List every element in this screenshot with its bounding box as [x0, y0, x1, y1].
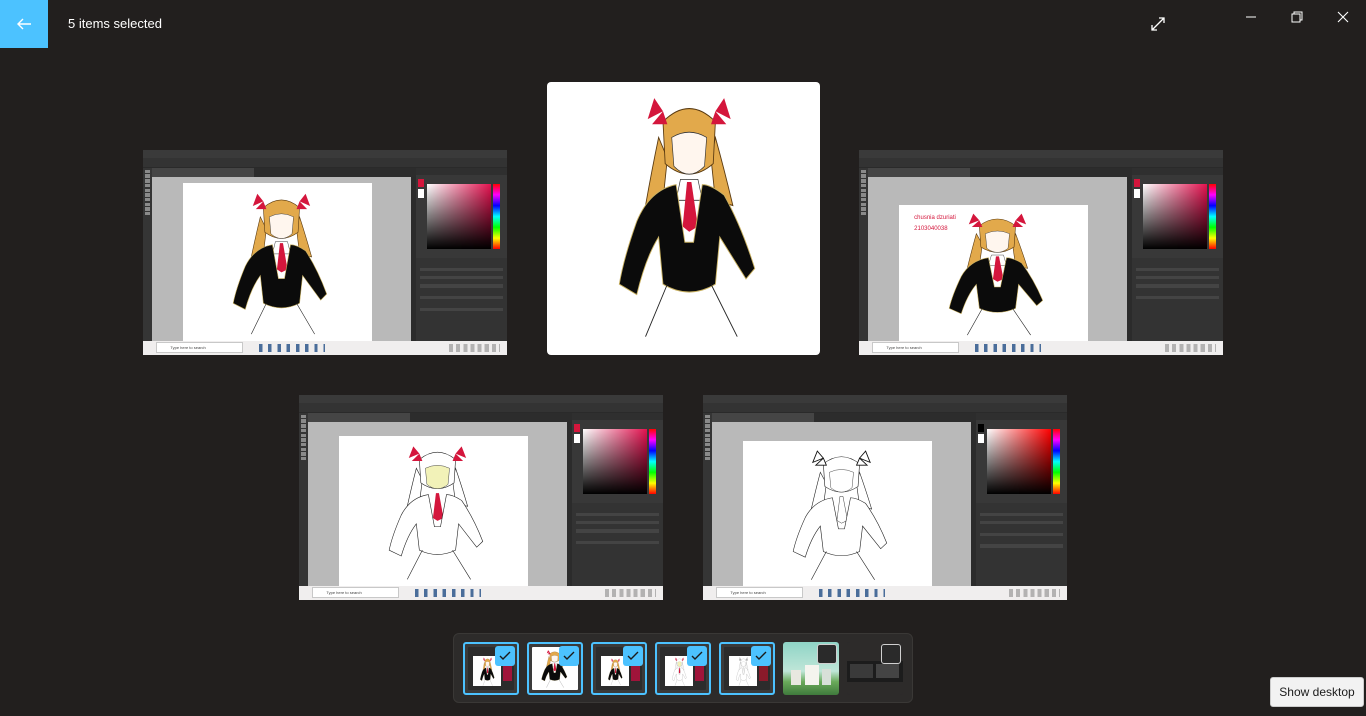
character-drawing — [206, 186, 357, 340]
taskbar-search-text: Type here to search — [170, 344, 206, 350]
ps-doc-tab — [152, 168, 254, 177]
filmstrip-thumb[interactable] — [719, 642, 775, 695]
character-drawing — [362, 439, 513, 585]
taskbar-search: Type here to search — [155, 342, 244, 354]
filmstrip-thumb[interactable] — [463, 642, 519, 695]
minimize-icon — [1246, 16, 1256, 18]
ps-document — [743, 441, 932, 586]
character-drawing — [922, 207, 1073, 340]
character-drawing — [766, 444, 917, 585]
arrow-left-icon — [17, 18, 31, 30]
taskbar-search-text: Type here to search — [886, 344, 922, 350]
photo-tile[interactable]: Type here to search — [143, 150, 507, 355]
windows-taskbar: Type here to search — [859, 340, 1223, 355]
photo-tile[interactable]: Type here to search — [299, 395, 663, 600]
select-checkbox[interactable] — [817, 644, 837, 664]
character-artwork — [580, 85, 798, 347]
windows-taskbar: Type here to search — [299, 585, 663, 600]
ps-document — [339, 436, 528, 586]
photos-multi-view: 5 items selected Type here to search chu… — [0, 0, 1366, 716]
ps-canvas-area — [152, 176, 411, 341]
filmstrip — [453, 633, 913, 703]
filmstrip-thumb[interactable] — [847, 642, 903, 695]
fullscreen-button[interactable] — [1141, 8, 1175, 40]
restore-icon — [1291, 11, 1303, 23]
select-checkbox[interactable] — [623, 646, 643, 666]
filmstrip-thumb[interactable] — [527, 642, 583, 695]
checkmark-icon — [691, 651, 703, 660]
photo-tile[interactable]: Type here to search — [703, 395, 1067, 600]
checkmark-icon — [755, 651, 767, 660]
show-desktop-tooltip: Show desktop — [1270, 677, 1364, 707]
checkmark-icon — [563, 651, 575, 660]
close-icon — [1337, 11, 1349, 23]
photo-tile[interactable] — [547, 82, 820, 355]
taskbar-search-text: Type here to search — [326, 589, 362, 595]
ps-layers-panel — [416, 257, 507, 341]
taskbar-search-text: Type here to search — [730, 589, 766, 595]
checkmark-icon — [499, 651, 511, 660]
ps-options-bar — [143, 158, 507, 169]
close-button[interactable] — [1320, 0, 1366, 34]
checkmark-icon — [627, 651, 639, 660]
select-checkbox[interactable] — [495, 646, 515, 666]
ps-panels — [416, 168, 507, 341]
windows-taskbar: Type here to search — [703, 585, 1067, 600]
expand-icon — [1151, 17, 1165, 31]
selection-count: 5 items selected — [68, 16, 162, 31]
ps-color-picker — [426, 183, 491, 250]
select-checkbox[interactable] — [751, 646, 771, 666]
select-checkbox[interactable] — [687, 646, 707, 666]
ps-hue-slider — [493, 183, 500, 250]
ps-toolbar — [143, 168, 153, 341]
ps-document — [183, 183, 372, 341]
ps-document: chusnia dzuriati 2103040038 — [899, 204, 1088, 341]
ps-menubar — [143, 150, 507, 159]
windows-taskbar: Type here to search — [143, 340, 507, 355]
filmstrip-thumb[interactable] — [655, 642, 711, 695]
filmstrip-thumb[interactable] — [783, 642, 839, 695]
minimize-button[interactable] — [1228, 0, 1274, 34]
back-button[interactable] — [0, 0, 48, 48]
filmstrip-thumb[interactable] — [591, 642, 647, 695]
restore-button[interactable] — [1274, 0, 1320, 34]
photo-tile[interactable]: chusnia dzuriati 2103040038 Type here to… — [859, 150, 1223, 355]
select-checkbox[interactable] — [881, 644, 901, 664]
select-checkbox[interactable] — [559, 646, 579, 666]
